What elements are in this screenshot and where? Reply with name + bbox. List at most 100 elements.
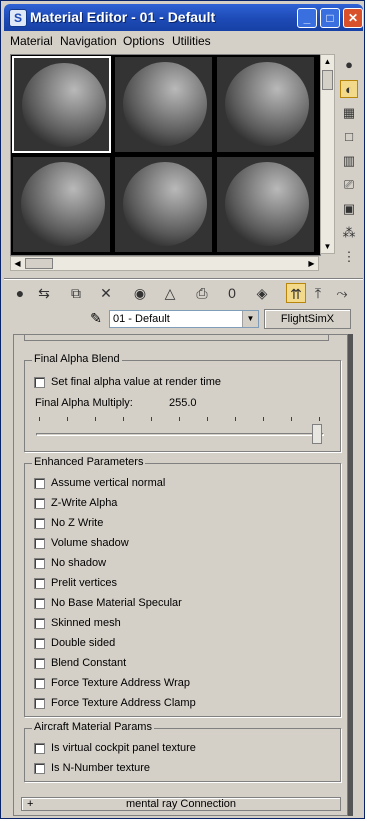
checkbox-label: Prelit vertices (51, 577, 118, 589)
sample-slot[interactable] (12, 56, 111, 153)
menu-utilities[interactable]: Utilities (172, 34, 211, 48)
slider-tick (207, 417, 208, 421)
material-name-field[interactable]: 01 - Default ▼ (109, 310, 259, 328)
background-checker-icon[interactable]: ▦ (340, 104, 358, 122)
slider-tick (263, 417, 264, 421)
slider-ticks (39, 417, 320, 423)
material-id-channel-icon[interactable]: 0 (222, 283, 242, 303)
checkbox[interactable] (34, 498, 45, 509)
checkbox-label: No shadow (51, 557, 107, 569)
checkbox[interactable] (34, 618, 45, 629)
checkbox-label: Double sided (51, 637, 116, 649)
material-map-navigator-icon[interactable]: ⋮ (340, 248, 358, 266)
checkbox[interactable] (34, 518, 45, 529)
checkbox[interactable] (34, 638, 45, 649)
material-type-button[interactable]: FlightSimX (264, 309, 351, 329)
make-preview-icon[interactable]: ⎚ (340, 176, 358, 194)
checkbox[interactable] (34, 478, 45, 489)
checkbox[interactable] (34, 538, 45, 549)
minimize-button[interactable]: _ (297, 8, 317, 28)
checkbox[interactable] (34, 743, 45, 754)
make-unique-icon[interactable]: △ (160, 283, 180, 303)
slider-tick (179, 417, 180, 421)
chevron-down-icon[interactable]: ▼ (242, 311, 258, 327)
scroll-right-icon[interactable]: ▶ (305, 257, 318, 270)
sample-slot[interactable] (114, 56, 213, 153)
sample-slot[interactable] (12, 156, 111, 253)
alpha-slider-track[interactable] (36, 433, 324, 436)
slider-tick (291, 417, 292, 421)
checkbox-label: Assume vertical normal (51, 477, 166, 489)
scroll-down-icon[interactable]: ▼ (321, 240, 334, 253)
checkbox[interactable] (34, 598, 45, 609)
mental-ray-connection-label: mental ray Connection (125, 798, 237, 810)
scroll-up-icon[interactable]: ▲ (321, 55, 334, 68)
app-icon[interactable]: S (9, 9, 27, 27)
checkbox-label: Volume shadow (51, 537, 129, 549)
menu-navigation[interactable]: Navigation (60, 34, 117, 48)
horizontal-toolbar: ● ⇆ ⧉ ✕ ◉ △ ⎙ 0 ◈ ⇈ ⤒ ⤳ (4, 282, 363, 304)
checkbox[interactable] (34, 558, 45, 569)
sample-sphere (21, 162, 105, 246)
panel-scrollbar[interactable] (348, 334, 353, 816)
backlight-icon[interactable]: ◐ (340, 80, 358, 98)
put-to-scene-icon[interactable]: ⇆ (34, 283, 54, 303)
show-map-in-viewport-icon[interactable]: ◈ (252, 283, 272, 303)
sample-slot[interactable] (114, 156, 213, 253)
maximize-button[interactable]: □ (320, 8, 340, 28)
checkbox-label: Skinned mesh (51, 617, 121, 629)
checkbox[interactable] (34, 578, 45, 589)
material-editor-window: S Material Editor - 01 - Default _ □ ✕ M… (0, 0, 365, 819)
make-copy-icon[interactable]: ◉ (130, 283, 150, 303)
slots-vertical-scrollbar[interactable]: ▲ ▼ (320, 54, 335, 254)
sample-slot[interactable] (216, 156, 315, 253)
go-to-parent-icon[interactable]: ⤒ (308, 283, 328, 303)
checkbox[interactable] (34, 658, 45, 669)
checkbox[interactable] (34, 698, 45, 709)
assign-to-selection-icon[interactable]: ⧉ (66, 283, 86, 303)
slider-tick (319, 417, 320, 421)
scroll-left-icon[interactable]: ◀ (11, 257, 24, 270)
menu-bar: Material Navigation Options Utilities (4, 31, 363, 51)
video-color-check-icon[interactable]: ▥ (340, 152, 358, 170)
checkbox[interactable] (34, 678, 45, 689)
sample-sphere (123, 62, 207, 146)
final-alpha-multiply-value: 255.0 (169, 397, 197, 409)
checkbox[interactable] (34, 763, 45, 774)
slots-horizontal-scrollbar[interactable]: ◀ ▶ (10, 256, 319, 271)
checkbox-label: Force Texture Address Wrap (51, 677, 190, 689)
mental-ray-connection-rollout[interactable]: + mental ray Connection (21, 797, 341, 811)
slider-tick (39, 417, 40, 421)
checkbox-label: No Z Write (51, 517, 104, 529)
select-by-material-icon[interactable]: ⁂ (340, 224, 358, 242)
rollout-top-edge (24, 335, 329, 341)
menu-material[interactable]: Material (10, 34, 53, 48)
sample-uv-tiling-icon[interactable]: □ (340, 128, 358, 146)
get-material-icon[interactable]: ● (10, 283, 30, 303)
enhanced-parameters-title: Enhanced Parameters (32, 456, 146, 468)
close-button[interactable]: ✕ (343, 8, 363, 28)
aircraft-material-params-group: Aircraft Material Params Is virtual cock… (24, 721, 341, 782)
put-to-library-icon[interactable]: ⎙ (192, 283, 212, 303)
toolbar-divider (4, 278, 363, 280)
final-alpha-blend-group: Final Alpha Blend Set final alpha value … (24, 353, 341, 452)
sample-type-sphere-icon[interactable]: ● (340, 56, 358, 74)
go-forward-to-sibling-icon[interactable]: ⤳ (332, 283, 352, 303)
checkbox[interactable] (34, 377, 45, 388)
pick-material-eyedropper-icon[interactable]: ✎ (86, 309, 106, 327)
checkbox-label: Is N-Number texture (51, 762, 151, 774)
alpha-slider-thumb[interactable] (312, 424, 322, 444)
options-icon[interactable]: ▣ (340, 200, 358, 218)
material-name-value: 01 - Default (113, 313, 170, 325)
window-title: Material Editor - 01 - Default (30, 9, 216, 25)
show-end-result-icon[interactable]: ⇈ (286, 283, 306, 303)
final-alpha-multiply-label: Final Alpha Multiply: (35, 397, 133, 409)
checkbox-label: Is virtual cockpit panel texture (51, 742, 196, 754)
scroll-thumb[interactable] (322, 70, 333, 90)
reset-map-icon[interactable]: ✕ (96, 283, 116, 303)
menu-options[interactable]: Options (123, 34, 164, 48)
scroll-thumb[interactable] (25, 258, 53, 269)
sample-slot[interactable] (216, 56, 315, 153)
title-bar[interactable]: S Material Editor - 01 - Default _ □ ✕ (4, 4, 363, 31)
checkbox-label: Set final alpha value at render time (51, 376, 221, 388)
